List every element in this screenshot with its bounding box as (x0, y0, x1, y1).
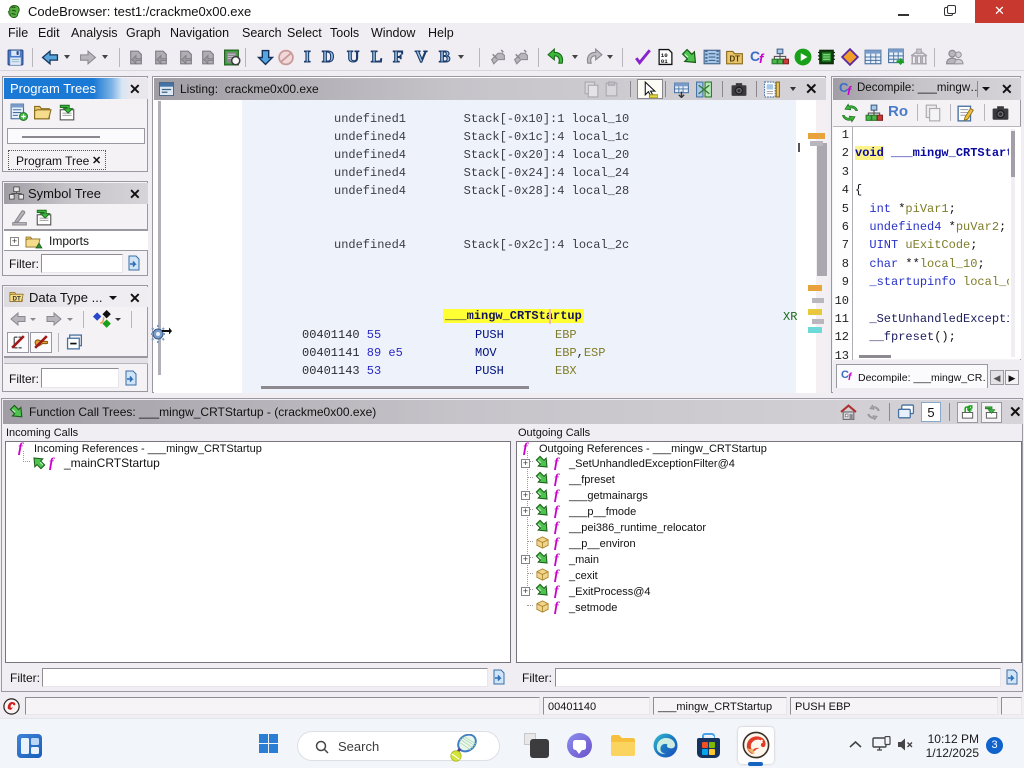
svg-text:DT: DT (13, 296, 21, 303)
svg-text:01: 01 (661, 58, 668, 65)
svg-text:DT: DT (729, 55, 740, 64)
